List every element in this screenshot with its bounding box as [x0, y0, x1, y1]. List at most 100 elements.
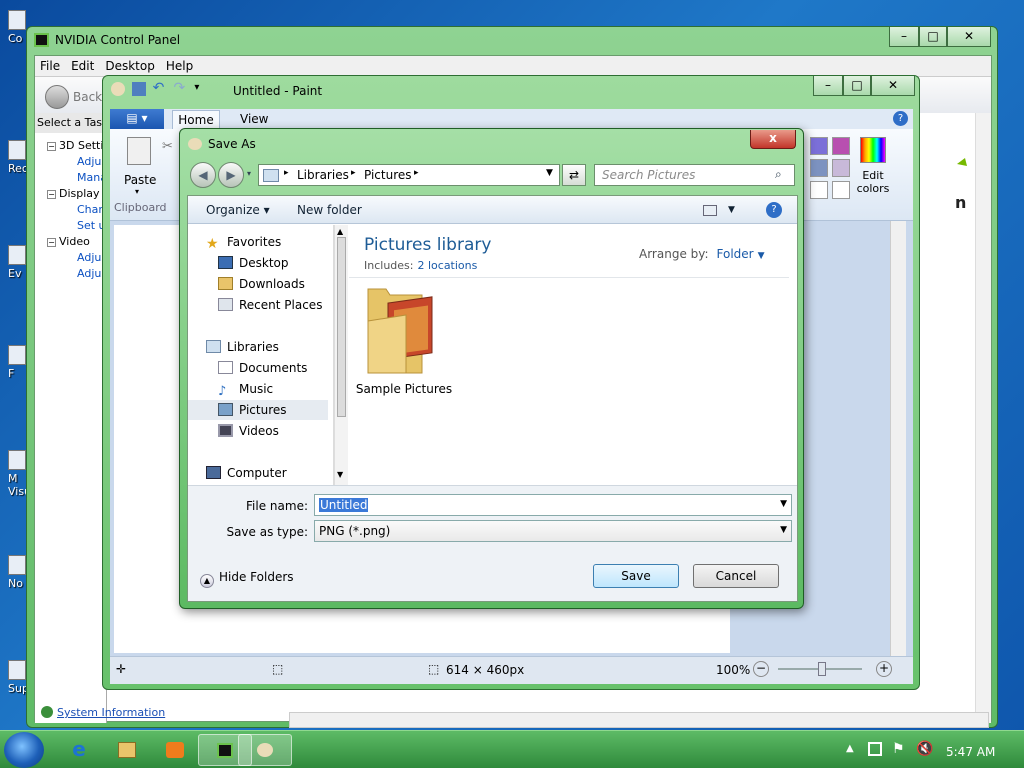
edit-colors-label[interactable]: Edit colors	[850, 169, 896, 195]
breadcrumb-separator-icon[interactable]: ▸	[351, 168, 356, 178]
menu-desktop[interactable]: Desktop	[100, 56, 161, 73]
maximize-button[interactable]: □	[919, 27, 947, 47]
taskbar-internet-explorer[interactable]: e	[52, 734, 106, 766]
taskbar-paint[interactable]	[238, 734, 292, 766]
color-swatch[interactable]	[832, 159, 850, 177]
customize-toolbar-icon[interactable]: ▾	[194, 82, 208, 96]
volume-muted-icon[interactable]: 🔇	[916, 741, 933, 757]
paste-label[interactable]: Paste	[124, 173, 156, 187]
breadcrumb-separator-icon[interactable]: ▸	[414, 168, 419, 178]
show-hidden-icons[interactable]: ▲	[846, 743, 854, 754]
help-icon[interactable]: ?	[893, 111, 908, 126]
paste-button[interactable]	[120, 137, 158, 177]
color-swatch[interactable]	[810, 181, 828, 199]
menu-help[interactable]: Help	[161, 56, 199, 73]
collapse-icon[interactable]: −	[47, 238, 56, 247]
cancel-button[interactable]: Cancel	[693, 564, 779, 588]
collapse-up-icon: ▲	[200, 574, 214, 588]
forward-button[interactable]: ▶	[218, 162, 244, 188]
tab-home[interactable]: Home	[172, 110, 220, 130]
zoom-out-button[interactable]: −	[753, 661, 769, 677]
paint-close-button[interactable]: ✕	[871, 76, 915, 96]
nav-pictures[interactable]: Pictures	[218, 403, 287, 417]
breadcrumb-separator-icon[interactable]: ▸	[284, 168, 289, 178]
redo-icon[interactable]: ↷	[173, 81, 187, 96]
view-dropdown-icon[interactable]: ▼	[728, 205, 735, 215]
color-swatch[interactable]	[810, 159, 828, 177]
tree-group-display[interactable]: − Display	[47, 187, 100, 200]
locations-link[interactable]: 2 locations	[417, 259, 477, 272]
nav-videos[interactable]: Videos	[218, 424, 279, 438]
arrange-dropdown-icon[interactable]: ▼	[758, 251, 765, 261]
menu-file[interactable]: File	[35, 56, 66, 73]
taskbar-media-player[interactable]	[148, 734, 202, 766]
scroll-up-icon[interactable]: ▲	[337, 227, 343, 236]
nvidia-vertical-scrollbar[interactable]	[975, 113, 991, 723]
breadcrumb-libraries[interactable]: Libraries	[297, 168, 349, 182]
nav-libraries[interactable]: Libraries	[206, 340, 279, 354]
scroll-down-icon[interactable]: ▼	[337, 470, 343, 479]
save-type-dropdown-icon[interactable]: ▼	[780, 525, 787, 535]
nav-recent-places[interactable]: Recent Places	[218, 298, 322, 312]
cut-icon[interactable]: ✂	[162, 139, 173, 154]
tree-group-3d[interactable]: −3D Settings	[47, 139, 106, 152]
paint-maximize-button[interactable]: □	[843, 76, 871, 96]
edit-colors-icon[interactable]	[860, 137, 886, 163]
network-icon[interactable]	[868, 742, 882, 756]
nav-favorites[interactable]: ★ Favorites	[206, 235, 281, 252]
navigation-scrollbar[interactable]: ▲ ▼	[334, 225, 348, 485]
scroll-thumb[interactable]	[337, 237, 346, 417]
back-arrow-icon[interactable]	[45, 85, 69, 109]
paste-dropdown-icon[interactable]: ▾	[135, 187, 139, 196]
nvidia-horizontal-scrollbar[interactable]	[289, 712, 989, 728]
nav-computer[interactable]: Computer	[206, 466, 287, 480]
system-information-link[interactable]: System Information	[41, 706, 201, 722]
dialog-close-button[interactable]: x	[750, 130, 796, 149]
collapse-icon[interactable]: −	[47, 142, 56, 151]
file-name-input[interactable]: Untitled ▼	[314, 494, 792, 516]
color-swatch[interactable]	[832, 181, 850, 199]
address-dropdown-icon[interactable]: ▼	[546, 168, 553, 178]
paint-menu-button[interactable]: ▤ ▾	[110, 109, 164, 129]
arrange-by-dropdown[interactable]: Folder	[717, 247, 754, 261]
menu-edit[interactable]: Edit	[66, 56, 100, 73]
folder-sample-pictures[interactable]: Sample Pictures	[354, 285, 454, 405]
dialog-help-icon[interactable]: ?	[766, 202, 782, 218]
new-folder-button[interactable]: New folder	[297, 203, 362, 217]
back-button[interactable]: ◀	[190, 162, 216, 188]
clock[interactable]: 5:47 AM	[946, 745, 995, 759]
save-type-select[interactable]: PNG (*.png) ▼	[314, 520, 792, 542]
start-button[interactable]	[4, 732, 44, 768]
minimize-button[interactable]: –	[889, 27, 919, 47]
tree-group-video[interactable]: − Video	[47, 235, 90, 248]
file-name-dropdown-icon[interactable]: ▼	[780, 499, 787, 509]
tab-view[interactable]: View	[240, 112, 268, 126]
nav-desktop[interactable]: Desktop	[218, 256, 289, 270]
zoom-in-button[interactable]: +	[876, 661, 892, 677]
search-input[interactable]: Search Pictures	[594, 164, 795, 186]
nav-downloads[interactable]: Downloads	[218, 277, 305, 291]
nav-documents[interactable]: Documents	[218, 361, 307, 375]
zoom-slider-thumb[interactable]	[818, 662, 826, 676]
color-swatch[interactable]	[832, 137, 850, 155]
change-view-icon[interactable]	[703, 205, 717, 216]
undo-icon[interactable]: ↶	[153, 81, 167, 96]
close-button[interactable]: ✕	[947, 27, 991, 47]
address-bar[interactable]: ▸ Libraries ▸ Pictures ▸ ▼	[258, 164, 560, 186]
collapse-icon[interactable]: −	[47, 190, 56, 199]
nav-music[interactable]: ♪ Music	[218, 382, 273, 399]
ribbon-tabs: ▤ ▾ Home View ?	[110, 109, 913, 130]
color-swatch[interactable]	[810, 137, 828, 155]
organize-button[interactable]: Organize ▾	[206, 203, 270, 217]
taskbar-explorer[interactable]	[100, 734, 154, 766]
refresh-button[interactable]: ⇄	[562, 164, 586, 186]
save-button[interactable]: Save	[593, 564, 679, 588]
action-center-flag-icon[interactable]: ⚑	[892, 741, 905, 757]
back-button-label[interactable]: Back	[73, 90, 102, 104]
paint-minimize-button[interactable]: –	[813, 76, 843, 96]
paint-vertical-scrollbar[interactable]	[890, 221, 906, 656]
hide-folders-button[interactable]: ▲ Hide Folders	[200, 570, 294, 588]
save-icon[interactable]	[131, 81, 146, 96]
breadcrumb-pictures[interactable]: Pictures	[364, 168, 412, 182]
recent-locations-icon[interactable]: ▾	[247, 169, 251, 178]
